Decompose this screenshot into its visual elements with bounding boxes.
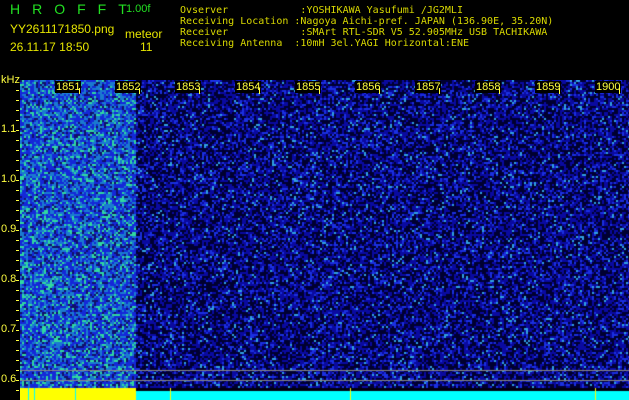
info-row: Ovserver :YOSHIKAWA Yasufumi /JG2MLI <box>180 6 463 16</box>
freq-tick <box>16 310 19 311</box>
time-tick <box>439 88 440 94</box>
freq-tick <box>16 280 19 281</box>
version-label: 1.00f <box>126 3 151 15</box>
freq-tick <box>16 140 19 141</box>
freq-tick <box>16 230 19 231</box>
info-row: Receiving Antenna :10mH 3el.YAGI Horizon… <box>180 39 469 49</box>
app-logo: HROFFT <box>10 1 139 17</box>
info-row: Receiver :SMArt RTL-SDR V5 52.905MHz USB… <box>180 28 547 38</box>
time-label: 1900 <box>595 81 622 93</box>
info-value: :Nagoya Aichi-pref. JAPAN (136.90E, 35.2… <box>294 16 554 27</box>
info-label: Receiver <box>180 27 301 38</box>
freq-tick <box>16 220 19 221</box>
freq-tick <box>16 210 19 211</box>
info-label: Ovserver <box>180 5 301 16</box>
meteor-label: meteor <box>125 27 163 41</box>
time-label: 1854 <box>235 81 262 93</box>
freq-label: 0.8 <box>1 273 17 285</box>
freq-tick <box>16 300 19 301</box>
freq-tick <box>16 350 19 351</box>
freq-tick <box>16 180 19 181</box>
freq-tick <box>16 150 19 151</box>
info-label: Receiving Antenna <box>180 38 295 49</box>
freq-tick <box>16 330 19 331</box>
time-tick <box>199 88 200 94</box>
info-row: Receiving Location :Nagoya Aichi-pref. J… <box>180 17 553 27</box>
time-tick <box>259 88 260 94</box>
filename-label: YY2611171850.png <box>10 22 115 36</box>
time-label: 1858 <box>475 81 502 93</box>
freq-label: 0.7 <box>1 323 17 335</box>
info-value: :10mH 3el.YAGI Horizontal:ENE <box>294 38 469 49</box>
time-label: 1851 <box>55 81 82 93</box>
time-label: 1856 <box>355 81 382 93</box>
freq-label: 1.1 <box>1 123 17 135</box>
time-label: 1859 <box>535 81 562 93</box>
freq-tick <box>16 340 19 341</box>
freq-tick <box>16 270 19 271</box>
info-value: :YOSHIKAWA Yasufumi /JG2MLI <box>300 5 463 16</box>
time-label: 1852 <box>115 81 142 93</box>
freq-label: 1.0 <box>1 173 17 185</box>
freq-tick <box>16 110 19 111</box>
freq-tick <box>16 160 19 161</box>
time-label: 1855 <box>295 81 322 93</box>
freq-tick <box>16 360 19 361</box>
datetime-label: 26.11.17 18:50 <box>10 40 90 54</box>
freq-tick <box>16 190 19 191</box>
spectrogram-waterfall <box>20 80 629 400</box>
freq-tick <box>16 240 19 241</box>
time-tick <box>379 88 380 94</box>
freq-tick <box>16 260 19 261</box>
freq-tick <box>16 200 19 201</box>
time-label: 1857 <box>415 81 442 93</box>
freq-tick <box>16 320 19 321</box>
freq-tick <box>16 120 19 121</box>
info-value: :SMArt RTL-SDR V5 52.905MHz USB TACHIKAW… <box>300 27 548 38</box>
time-label: 1853 <box>175 81 202 93</box>
info-label: Receiving Location <box>180 16 295 27</box>
freq-tick <box>16 250 19 251</box>
freq-tick <box>16 100 19 101</box>
time-tick <box>139 88 140 94</box>
time-tick <box>559 88 560 94</box>
freq-tick <box>16 380 19 381</box>
time-tick <box>79 88 80 94</box>
freq-label: 0.9 <box>1 223 17 235</box>
freq-tick <box>16 170 19 171</box>
meteor-count: 11 <box>140 40 153 54</box>
freq-tick <box>16 90 19 91</box>
time-tick <box>319 88 320 94</box>
freq-tick <box>16 390 19 391</box>
freq-tick <box>16 290 19 291</box>
time-tick <box>499 88 500 94</box>
freq-label: 0.6 <box>1 373 17 385</box>
freq-tick <box>16 370 19 371</box>
freq-unit-label: kHz <box>1 74 20 86</box>
time-tick <box>619 88 620 94</box>
freq-tick <box>16 130 19 131</box>
